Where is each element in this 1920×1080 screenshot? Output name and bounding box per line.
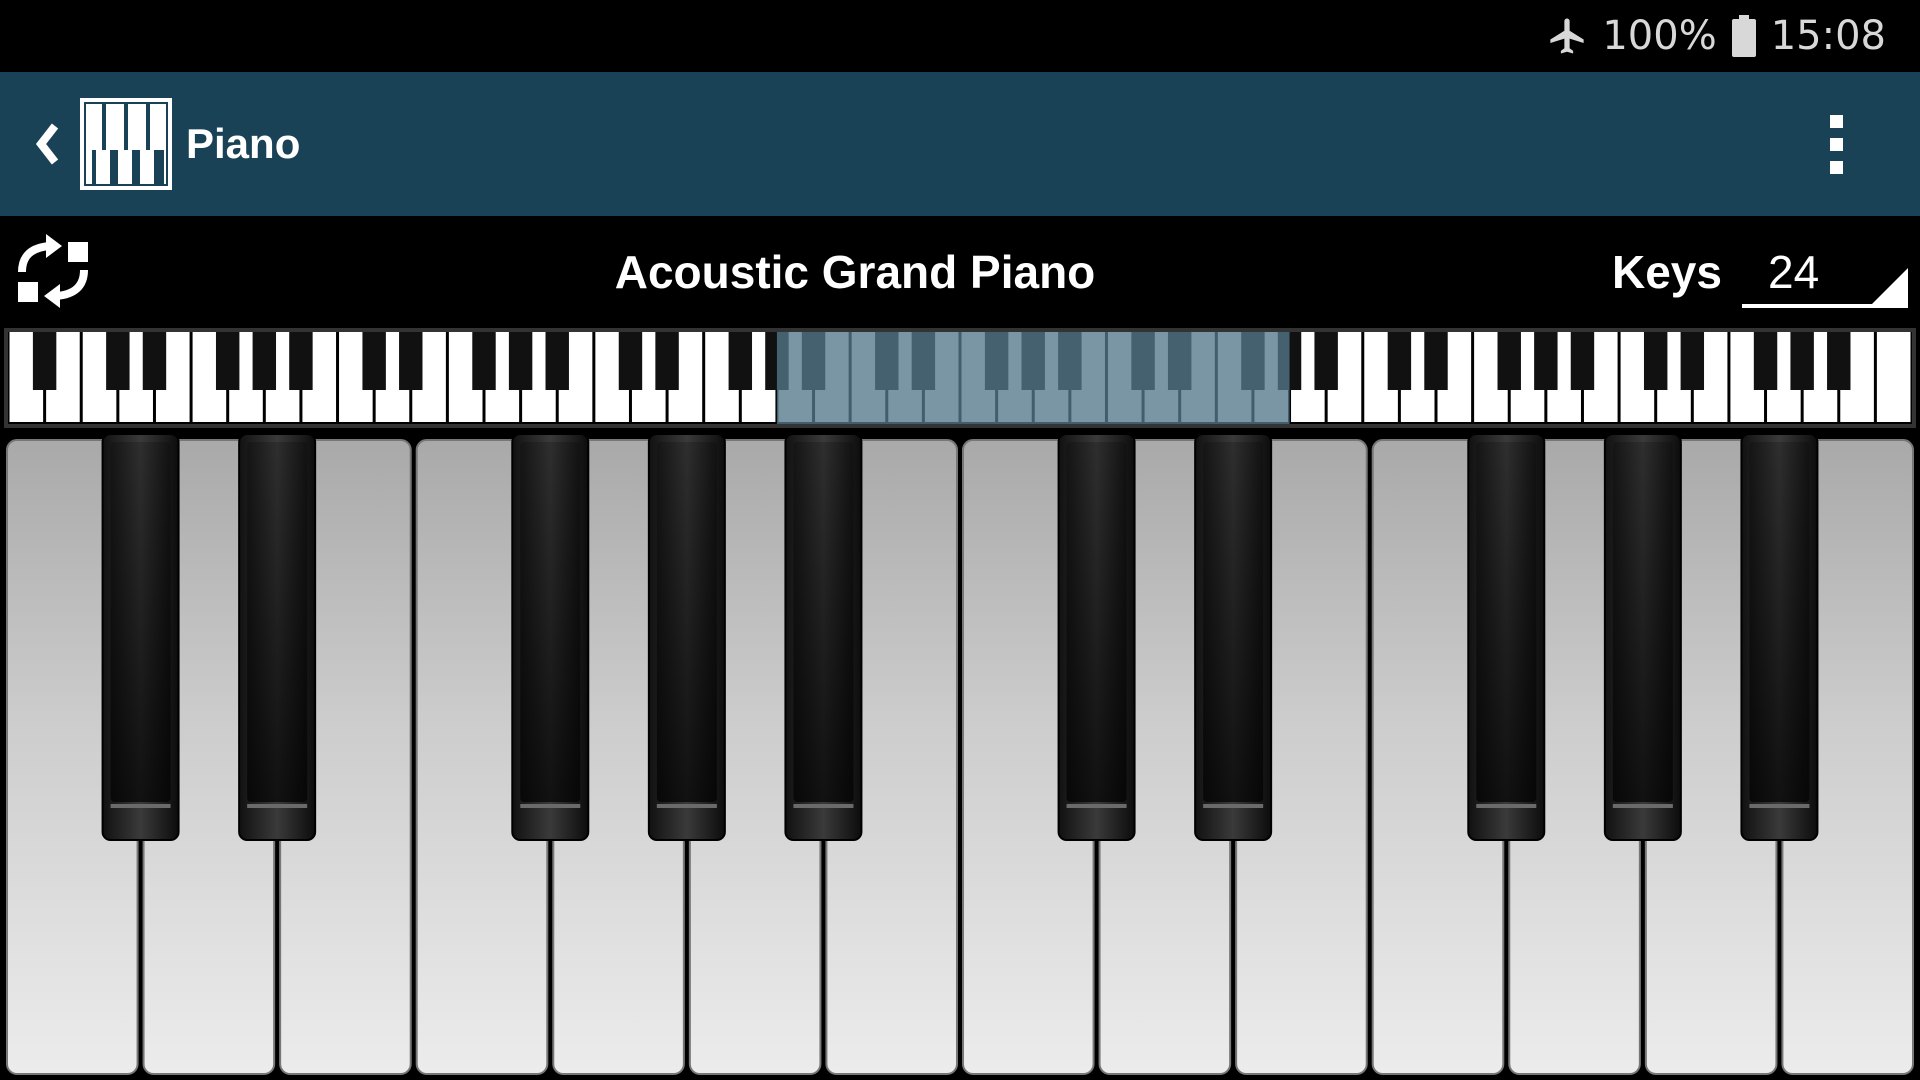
overflow-menu-icon <box>1829 114 1843 128</box>
black-key[interactable] <box>1467 434 1546 841</box>
main-keyboard-keys[interactable] <box>0 434 1920 1080</box>
instrument-name[interactable]: Acoustic Grand Piano <box>0 246 1710 298</box>
mini-black-key[interactable] <box>1643 332 1668 390</box>
black-key[interactable] <box>647 434 726 841</box>
app-title: Piano <box>186 120 301 167</box>
mini-black-key[interactable] <box>545 332 569 390</box>
mini-keyboard-navigator[interactable] <box>4 328 1916 428</box>
back-button[interactable] <box>18 112 78 176</box>
battery-percent: 100% <box>1602 13 1717 59</box>
mini-black-key[interactable] <box>1790 332 1814 390</box>
mini-black-key[interactable] <box>1497 332 1521 390</box>
mini-white-key[interactable] <box>1876 332 1911 422</box>
piano-keys-icon <box>80 98 172 190</box>
black-key[interactable] <box>1194 434 1273 841</box>
keys-count-spinner[interactable]: 24 <box>1740 238 1910 314</box>
mini-black-key[interactable] <box>1424 332 1448 390</box>
mini-black-key[interactable] <box>142 332 167 390</box>
black-key[interactable] <box>1057 434 1136 841</box>
mini-black-key[interactable] <box>1570 332 1595 390</box>
mini-black-key[interactable] <box>1753 332 1778 390</box>
status-bar: 100% 15:08 <box>0 0 1920 72</box>
mini-black-key[interactable] <box>1827 332 1851 390</box>
mini-black-key[interactable] <box>362 332 386 390</box>
black-key[interactable] <box>1740 434 1819 841</box>
battery-icon <box>1731 15 1757 57</box>
black-key[interactable] <box>101 434 180 841</box>
black-key[interactable] <box>784 434 863 841</box>
mini-black-key[interactable] <box>728 332 753 390</box>
mini-black-key[interactable] <box>289 332 313 390</box>
mini-black-key[interactable] <box>655 332 679 390</box>
mini-black-key[interactable] <box>1680 332 1705 390</box>
status-icons: 100% 15:08 <box>1546 12 1886 60</box>
overflow-menu-button[interactable] <box>1810 104 1862 184</box>
mini-black-key[interactable] <box>1314 332 1338 390</box>
mini-black-key[interactable] <box>1387 332 1412 390</box>
back-chevron-icon <box>35 123 59 165</box>
mini-keyboard-keys[interactable] <box>8 332 1912 424</box>
clock: 15:08 <box>1770 13 1886 59</box>
main-keyboard[interactable] <box>0 434 1920 1080</box>
mini-black-key[interactable] <box>215 332 240 390</box>
mini-keyboard-selection[interactable] <box>776 332 1290 424</box>
mini-black-key[interactable] <box>618 332 643 390</box>
airplane-icon <box>1546 15 1588 57</box>
app-bar: Piano <box>0 72 1920 216</box>
mini-black-key[interactable] <box>508 332 533 390</box>
mini-black-key[interactable] <box>472 332 496 390</box>
keys-count-value: 24 <box>1768 246 1820 298</box>
black-key[interactable] <box>511 434 590 841</box>
dropdown-triangle-icon <box>1868 268 1908 308</box>
mini-black-key[interactable] <box>1534 332 1558 390</box>
mini-black-key[interactable] <box>32 332 57 390</box>
controls-bar: Acoustic Grand Piano Keys 24 <box>0 216 1920 326</box>
mini-black-key[interactable] <box>399 332 423 390</box>
mini-black-key[interactable] <box>106 332 130 390</box>
keys-label: Keys <box>1612 246 1722 298</box>
black-key[interactable] <box>238 434 317 841</box>
mini-black-key[interactable] <box>252 332 277 390</box>
black-key[interactable] <box>1603 434 1682 841</box>
